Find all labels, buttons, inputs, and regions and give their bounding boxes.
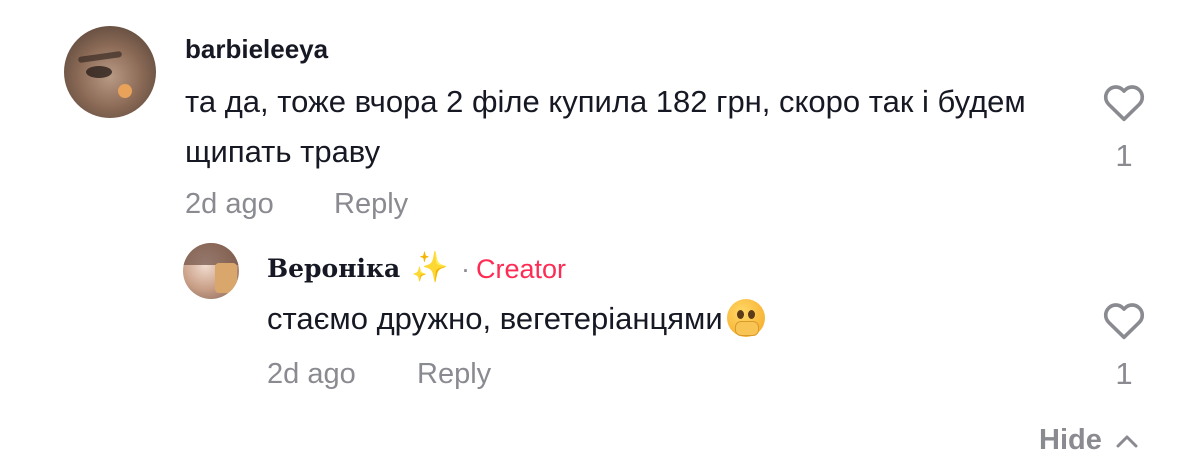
reply-text: стаємо дружно, вегетеріанцями <box>267 301 723 336</box>
comment-text: та да, тоже вчора 2 філе купила 182 грн,… <box>185 84 1026 169</box>
heart-outline-icon[interactable] <box>1102 82 1146 122</box>
creator-badge: · Creator <box>461 254 566 285</box>
hide-label: Hide <box>1039 424 1102 456</box>
face-with-hand-over-mouth-emoji <box>726 299 765 337</box>
reply-timestamp: 2d ago <box>267 358 356 390</box>
heart-outline-icon[interactable] <box>1102 300 1146 340</box>
comment-timestamp: 2d ago <box>185 188 274 220</box>
reply-like-count: 1 <box>1115 356 1133 391</box>
reply-like-button[interactable]: 1 <box>1101 300 1147 392</box>
like-button[interactable]: 1 <box>1101 82 1147 174</box>
reply-avatar[interactable] <box>183 243 239 299</box>
reply-username[interactable]: Вероніка <box>267 254 400 283</box>
creator-separator: · <box>461 254 470 284</box>
creator-label: Creator <box>476 254 567 284</box>
avatar[interactable] <box>64 26 156 118</box>
comment-username[interactable]: barbieleeya <box>185 34 328 65</box>
reply-text-container: стаємо дружно, вегетеріанцями <box>267 294 1087 344</box>
sparkles-icon: ✨ <box>411 251 449 284</box>
hide-replies-button[interactable]: Hide <box>1039 424 1138 457</box>
reply-reply-button[interactable]: Reply <box>417 358 491 391</box>
reply-button[interactable]: Reply <box>334 188 408 221</box>
like-count: 1 <box>1115 138 1133 173</box>
chevron-up-icon <box>1116 435 1138 447</box>
